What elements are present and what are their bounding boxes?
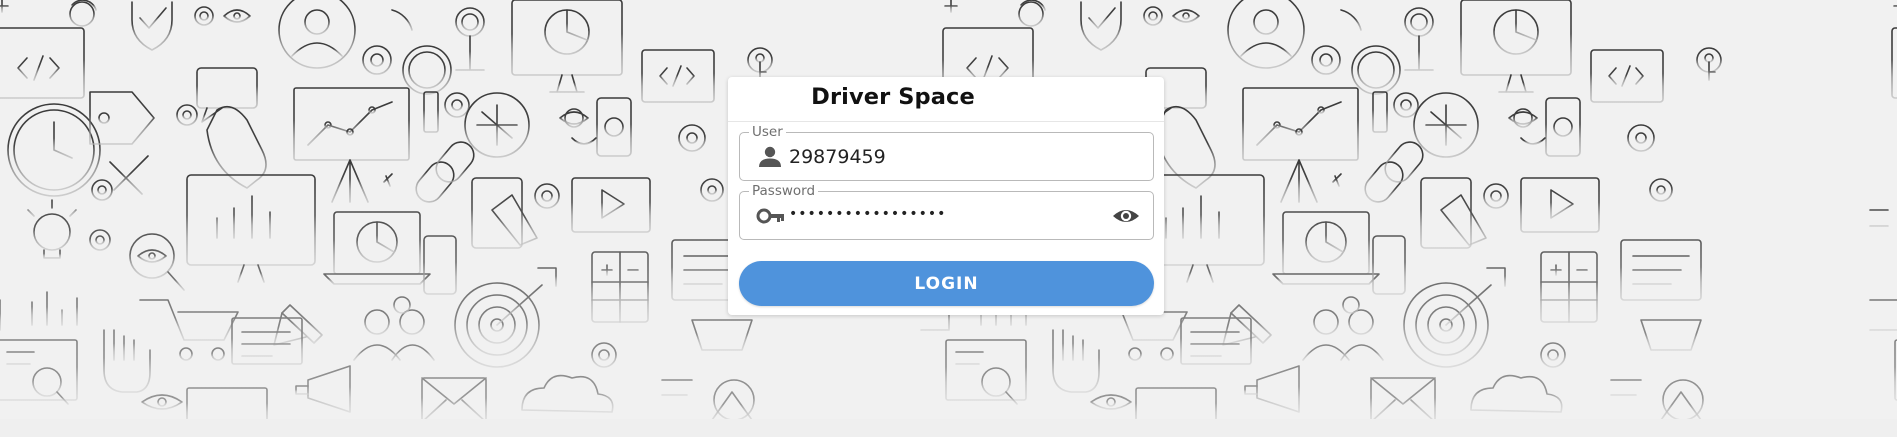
user-field-label: User: [749, 124, 786, 140]
user-input[interactable]: [789, 143, 1089, 171]
login-button[interactable]: LOGIN: [739, 261, 1154, 306]
title-divider: [728, 121, 1164, 122]
bottom-strip: [0, 419, 1897, 437]
login-card: Driver Space User Password •••••••••••••…: [728, 77, 1164, 315]
eye-icon[interactable]: [1111, 203, 1141, 229]
page-title: Driver Space: [811, 84, 975, 110]
person-icon: [756, 145, 784, 169]
password-input[interactable]: •••••••••••••••••: [789, 206, 946, 222]
password-field[interactable]: Password •••••••••••••••••: [739, 183, 1154, 240]
password-field-label: Password: [749, 183, 819, 199]
key-icon: [756, 204, 784, 228]
user-field[interactable]: User: [739, 124, 1154, 181]
